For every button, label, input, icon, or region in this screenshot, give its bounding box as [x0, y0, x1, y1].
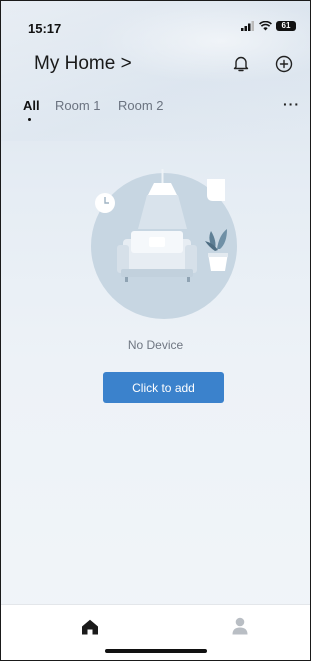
- status-icons: 61: [241, 21, 296, 31]
- app-screen: 15:17 61 My Home > All Room 1 Room 2 ···…: [0, 0, 311, 661]
- bottom-tab-bar: [1, 604, 310, 660]
- tab-room-1[interactable]: Room 1: [55, 98, 101, 113]
- home-selector[interactable]: My Home >: [34, 53, 132, 75]
- room-tabs: All Room 1 Room 2 ···: [1, 96, 310, 124]
- status-bar: 15:17 61: [1, 1, 310, 41]
- tab-room-2[interactable]: Room 2: [118, 98, 164, 113]
- empty-state-message: No Device: [127, 338, 184, 352]
- battery-icon: 61: [276, 21, 296, 31]
- empty-room-illustration: [91, 169, 237, 319]
- signal-icon: [241, 21, 254, 31]
- bell-icon[interactable]: [233, 55, 249, 73]
- add-device-button[interactable]: Click to add: [103, 372, 224, 403]
- active-tab-indicator: [28, 118, 31, 121]
- wifi-icon: [259, 21, 272, 31]
- battery-level: 61: [281, 21, 291, 30]
- home-icon[interactable]: [81, 619, 99, 635]
- person-icon[interactable]: [232, 617, 248, 635]
- tab-all[interactable]: All: [23, 98, 40, 113]
- home-header: My Home >: [1, 49, 310, 81]
- home-indicator: [105, 649, 207, 653]
- more-icon[interactable]: ···: [283, 96, 300, 112]
- status-time: 15:17: [28, 21, 62, 36]
- add-icon[interactable]: [275, 55, 293, 73]
